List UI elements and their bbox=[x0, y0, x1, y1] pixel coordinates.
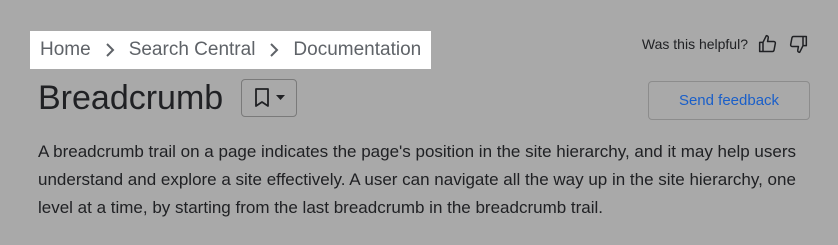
chevron-right-icon bbox=[269, 43, 279, 57]
thumb-down-icon[interactable] bbox=[788, 34, 808, 54]
page-description: A breadcrumb trail on a page indicates t… bbox=[38, 142, 796, 217]
breadcrumb: Home Search Central Documentation bbox=[30, 31, 432, 69]
breadcrumb-search-central[interactable]: Search Central bbox=[129, 39, 256, 61]
caret-down-icon bbox=[275, 95, 285, 101]
thumb-up-icon[interactable] bbox=[758, 34, 778, 54]
page-title: Breadcrumb bbox=[38, 79, 224, 117]
chevron-right-icon bbox=[105, 43, 115, 57]
title-row: Breadcrumb bbox=[38, 76, 298, 120]
helpful-widget: Was this helpful? bbox=[642, 34, 808, 54]
breadcrumb-home[interactable]: Home bbox=[40, 39, 91, 61]
bookmark-button[interactable] bbox=[241, 79, 298, 117]
breadcrumb-documentation[interactable]: Documentation bbox=[293, 39, 421, 61]
helpful-question: Was this helpful? bbox=[641, 36, 748, 52]
send-feedback-button[interactable]: Send feedback bbox=[648, 81, 810, 120]
bookmark-icon bbox=[254, 88, 270, 108]
